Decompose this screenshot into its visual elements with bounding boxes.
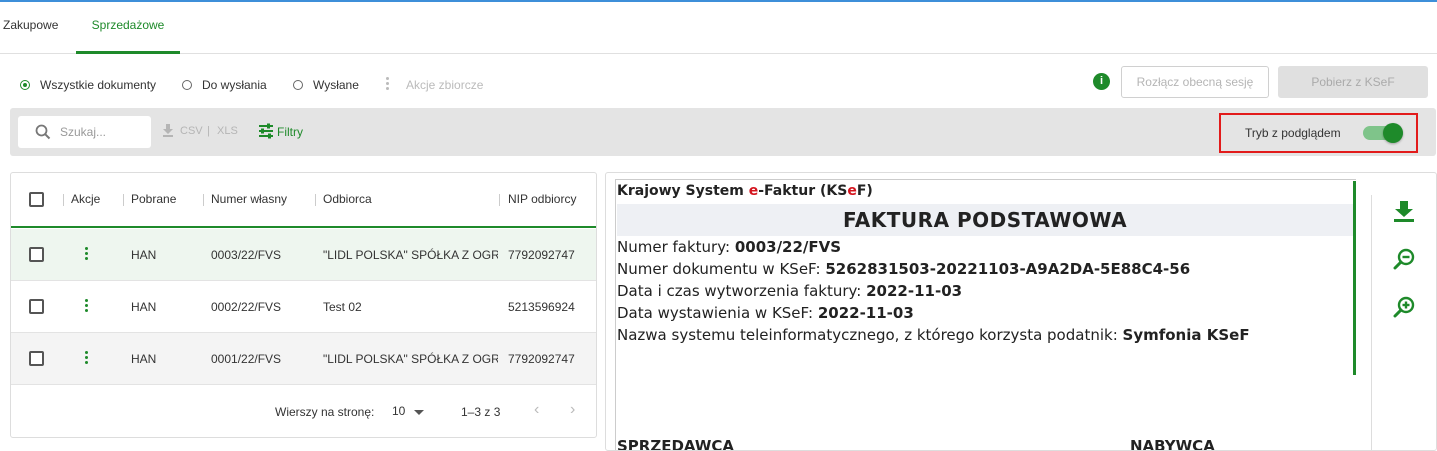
select-all-checkbox[interactable] [29, 192, 44, 207]
chevron-down-icon[interactable] [414, 410, 424, 415]
radio-label: Wysłane [313, 78, 359, 92]
row-actions-icon[interactable] [85, 351, 89, 367]
info-icon[interactable]: i [1093, 73, 1110, 90]
ksef-document-number-line: Numer dokumentu w KSeF: 5262831503-20221… [617, 260, 1191, 278]
column-header-actions[interactable]: Akcje [71, 192, 100, 206]
fetch-from-ksef-button[interactable]: Pobierz z KSeF [1278, 66, 1428, 98]
chevron-left-icon[interactable]: ‹ [534, 401, 539, 419]
buyer-heading: NABYWCA [1130, 437, 1215, 451]
cell-downloaded: HAN [131, 352, 157, 366]
cell-recipient-nip: 5213596924 [508, 300, 575, 314]
cell-recipient: Test 02 [323, 300, 362, 314]
search-icon [35, 124, 51, 140]
zoom-out-icon[interactable] [1392, 247, 1416, 271]
radio-unselected-icon [293, 80, 303, 90]
filters-label: Filtry [277, 125, 303, 139]
radio-all-documents[interactable]: Wszystkie dokumenty [20, 78, 160, 92]
table-row[interactable]: HAN 0001/22/FVS "LIDL POLSKA" SPÓŁKA Z O… [11, 333, 596, 385]
more-vertical-icon [384, 77, 390, 93]
cell-downloaded: HAN [131, 248, 157, 262]
radio-unselected-icon [182, 80, 192, 90]
column-separator [203, 194, 204, 206]
tab-sprzedazowe[interactable]: Sprzedażowe [76, 2, 180, 54]
table-row[interactable]: HAN 0002/22/FVS Test 02 5213596924 [11, 281, 596, 333]
search-box [18, 116, 151, 148]
row-checkbox[interactable] [29, 247, 44, 262]
radio-to-send[interactable]: Do wysłania [182, 78, 272, 92]
table-header: Akcje Pobrane Numer własny Odbiorca NIP … [11, 173, 596, 228]
column-header-recipient[interactable]: Odbiorca [323, 192, 372, 206]
seller-heading: SPRZEDAWCA [617, 437, 735, 451]
search-input[interactable] [60, 123, 144, 141]
preview-mode-label: Tryb z podglądem [1245, 126, 1341, 140]
download-icon[interactable] [1392, 199, 1416, 223]
tab-zakupowe[interactable]: Zakupowe [3, 2, 58, 54]
invoice-number-line: Numer faktury: 0003/22/FVS [617, 238, 842, 256]
zoom-in-icon[interactable] [1392, 295, 1416, 319]
preview-mode-toggle[interactable] [1363, 123, 1403, 143]
document-scrollbar[interactable] [1353, 181, 1356, 375]
column-separator [315, 194, 316, 206]
bulk-actions-button[interactable]: Akcje zbiorcze [406, 78, 483, 92]
rows-per-page-label: Wierszy na stronę: [275, 405, 375, 419]
cell-recipient-nip: 7792092747 [508, 352, 575, 366]
export-separator: | [207, 125, 210, 137]
tab-bar: Zakupowe Sprzedażowe [0, 2, 1437, 54]
cell-own-number: 0003/22/FVS [211, 248, 282, 262]
disconnect-session-button[interactable]: Rozłącz obecną sesję [1121, 66, 1269, 98]
ksef-header: Krajowy System e-Faktur (KSeF) [617, 183, 873, 199]
toolbar: CSV | XLS Filtry Tryb z podglądem [10, 108, 1436, 156]
radio-label: Wszystkie dokumenty [40, 78, 157, 92]
side-divider [1371, 195, 1372, 450]
row-actions-icon[interactable] [85, 299, 89, 315]
row-checkbox[interactable] [29, 299, 44, 314]
toggle-knob [1383, 123, 1403, 143]
cell-recipient: "LIDL POLSKA" SPÓŁKA Z OGRANICZONĄ ODPOW… [323, 352, 498, 366]
export-xls-button[interactable]: XLS [217, 125, 238, 137]
preview-mode-highlight: Tryb z podglądem [1219, 113, 1418, 153]
radio-selected-icon [20, 80, 30, 90]
system-name-line: Nazwa systemu teleinformatycznego, z któ… [617, 326, 1250, 344]
invoice-type-banner: FAKTURA PODSTAWOWA [617, 204, 1353, 236]
sliders-icon [259, 123, 273, 139]
radio-sent[interactable]: Wysłane [293, 78, 363, 92]
invoice-document[interactable]: Krajowy System e-Faktur (KSeF) FAKTURA P… [615, 179, 1356, 451]
table-row[interactable]: HAN 0003/22/FVS "LIDL POLSKA" SPÓŁKA Z O… [11, 229, 596, 281]
download-icon [163, 124, 173, 137]
pagination: Wierszy na stronę: 10 1–3 z 3 ‹ › [11, 385, 596, 437]
row-actions-icon[interactable] [85, 247, 89, 263]
cell-downloaded: HAN [131, 300, 157, 314]
invoice-preview-panel: Krajowy System e-Faktur (KSeF) FAKTURA P… [605, 172, 1437, 451]
page-range: 1–3 z 3 [461, 405, 501, 419]
column-header-own-number[interactable]: Numer własny [211, 192, 287, 206]
cell-recipient-nip: 7792092747 [508, 248, 575, 262]
cell-own-number: 0001/22/FVS [211, 352, 282, 366]
column-header-downloaded[interactable]: Pobrane [131, 192, 176, 206]
filter-row: Wszystkie dokumenty Do wysłania Wysłane … [0, 64, 1437, 104]
column-separator [63, 194, 64, 206]
cell-recipient: "LIDL POLSKA" SPÓŁKA Z OGRANICZONĄ ODPOW… [323, 248, 498, 262]
chevron-right-icon[interactable]: › [570, 401, 575, 419]
issue-date-line: Data wystawienia w KSeF: 2022-11-03 [617, 304, 914, 322]
column-separator [123, 194, 124, 206]
row-checkbox[interactable] [29, 351, 44, 366]
creation-date-line: Data i czas wytworzenia faktury: 2022-11… [617, 282, 963, 300]
radio-label: Do wysłania [202, 78, 267, 92]
column-header-recipient-nip[interactable]: NIP odbiorcy [508, 192, 576, 206]
column-separator [499, 194, 500, 206]
rows-per-page-select[interactable]: 10 [392, 404, 405, 418]
export-csv-button[interactable]: CSV [180, 125, 203, 137]
cell-own-number: 0002/22/FVS [211, 300, 282, 314]
documents-table: Akcje Pobrane Numer własny Odbiorca NIP … [10, 172, 597, 438]
